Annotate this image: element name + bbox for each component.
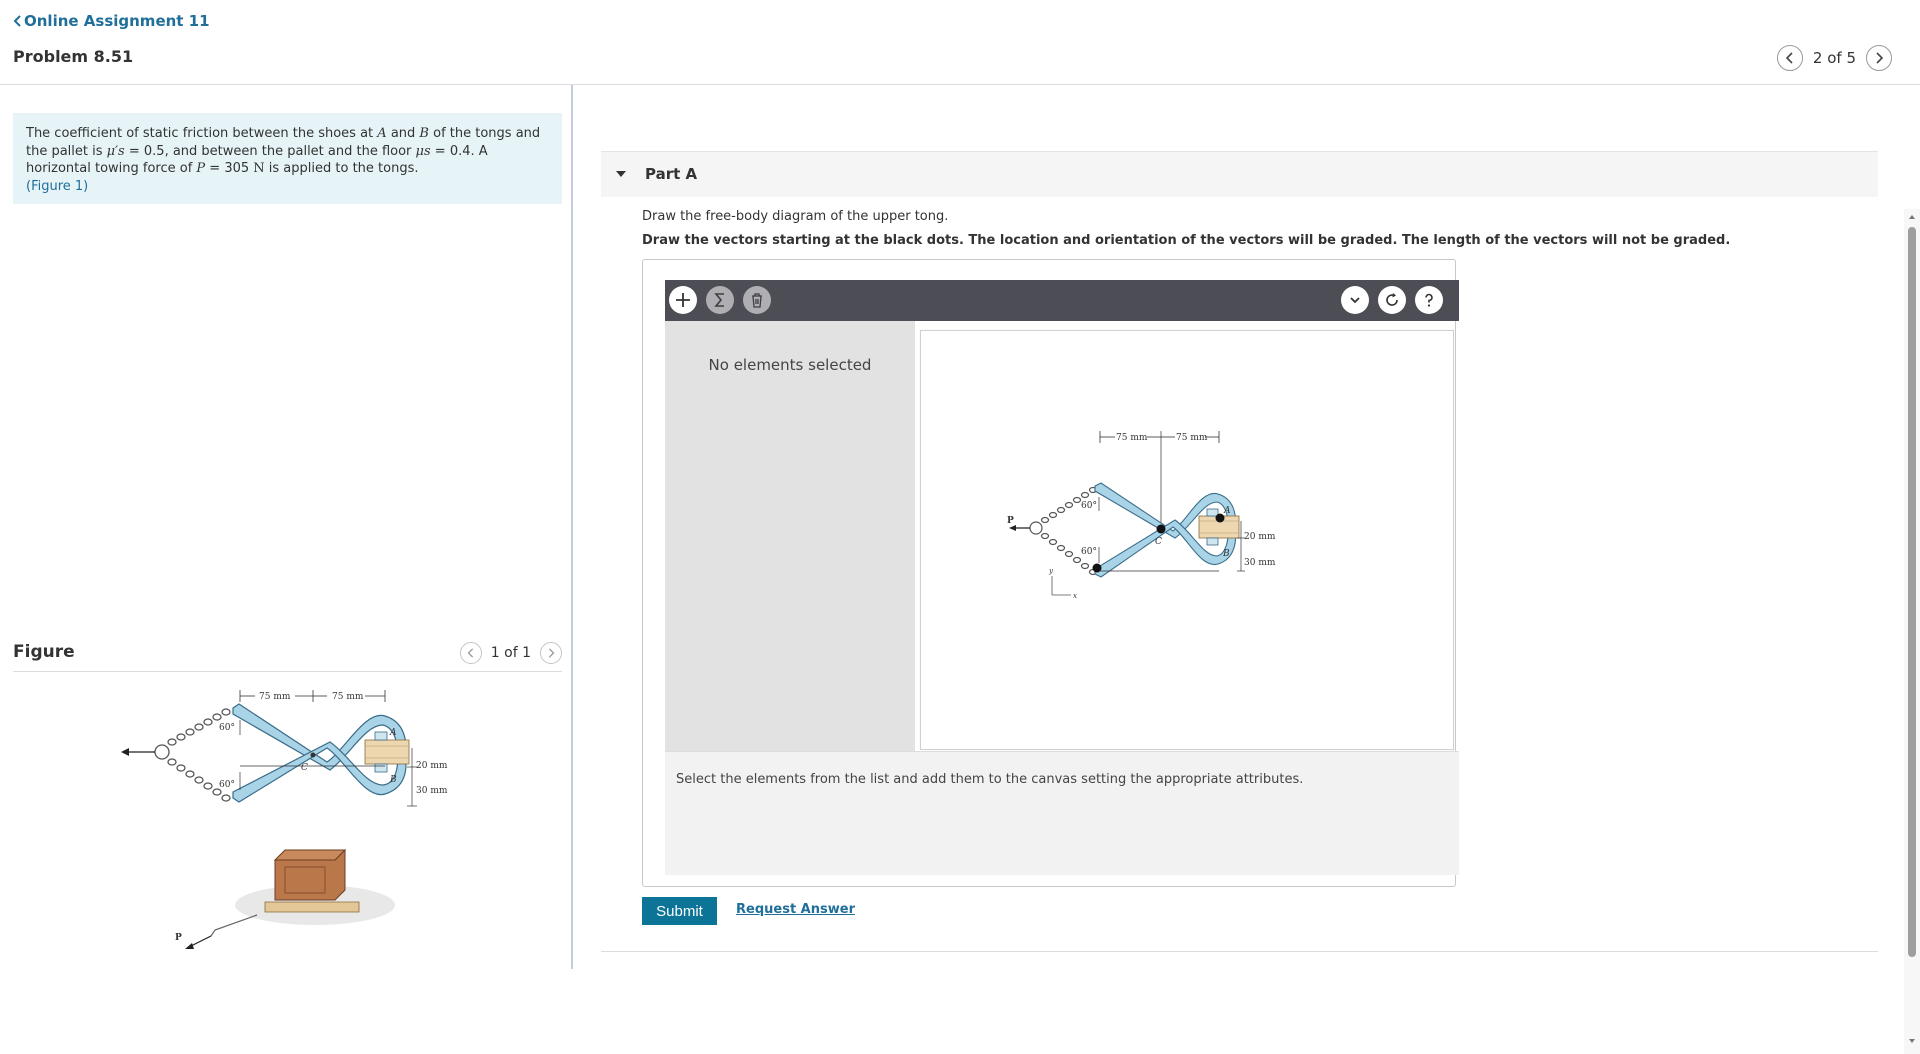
submit-button[interactable]: Submit (642, 897, 717, 925)
scrollbar[interactable] (1904, 209, 1920, 1054)
canvas-angle-top: 60° (1081, 501, 1097, 511)
back-link-label: Online Assignment 11 (24, 12, 210, 30)
canvas-dim-30: 30 mm (1244, 558, 1276, 568)
reset-icon (1386, 293, 1398, 306)
help-button[interactable] (1415, 286, 1443, 314)
left-pane: The coefficient of static friction betwe… (0, 85, 573, 969)
fig-label-C: C (301, 763, 308, 773)
chevron-left-icon (1785, 52, 1793, 64)
unit-N: N (253, 161, 265, 176)
top-bar: Online Assignment 11 Problem 8.51 2 of 5 (0, 0, 1920, 85)
canvas-dim-20: 20 mm (1244, 532, 1276, 542)
problem-text: and (386, 126, 420, 141)
scrollbar-thumb[interactable] (1908, 227, 1916, 957)
problem-text: = 305 (205, 161, 254, 176)
point-C-dot[interactable] (1156, 524, 1166, 534)
canvas-label-B: B (1222, 549, 1230, 559)
fig-dim-75b: 75 mm (332, 692, 364, 702)
request-answer-link[interactable]: Request Answer (736, 902, 855, 917)
back-link[interactable]: Online Assignment 11 (13, 12, 210, 30)
figure-title: Figure (13, 642, 75, 662)
attributes-panel: Select the elements from the list and ad… (665, 751, 1459, 875)
fig-angle-top: 60° (219, 723, 235, 733)
fbd-tool: No elements selected 75 mm 75 mm P A B C… (642, 259, 1459, 887)
part-a-header[interactable]: Part A (601, 151, 1878, 197)
attributes-instruction: Select the elements from the list and ad… (676, 772, 1304, 787)
chevron-right-icon (1876, 52, 1884, 64)
chevron-right-icon (548, 648, 555, 658)
symbol-A: A (377, 126, 387, 141)
symbol-P: P (196, 161, 206, 176)
prev-problem-button[interactable] (1776, 45, 1803, 71)
canvas-angle-bot: 60° (1081, 547, 1097, 557)
delete-button[interactable] (743, 286, 771, 314)
problem-text: The coefficient of static friction betwe… (26, 126, 378, 141)
figure-pager-text: 1 of 1 (490, 645, 531, 661)
symbol-B: B (419, 126, 429, 141)
fig-label-B: B (389, 775, 397, 785)
next-figure-button[interactable] (540, 642, 562, 664)
canvas-axis-y: y (1048, 567, 1054, 575)
divider (601, 951, 1878, 952)
canvas-dim-75a: 75 mm (1116, 433, 1148, 443)
problem-title: Problem 8.51 (13, 47, 134, 66)
fig-label-A: A (389, 728, 397, 738)
figure-header: Figure 1 of 1 (13, 637, 562, 672)
sum-button[interactable] (706, 286, 734, 314)
canvas-label-C: C (1155, 537, 1162, 547)
trash-icon (752, 293, 762, 308)
scroll-up-icon[interactable] (1908, 213, 1916, 221)
add-element-button[interactable] (669, 286, 697, 314)
canvas-diagram: 75 mm 75 mm P A B C 60° 60° 20 mm 30 mm … (1007, 431, 1276, 600)
problem-statement: The coefficient of static friction betwe… (13, 113, 562, 204)
problem-pager: 2 of 5 (1776, 45, 1892, 71)
part-instruction-bold: Draw the vectors starting at the black d… (642, 233, 1731, 248)
fig-dim-75a: 75 mm (259, 692, 291, 702)
element-side-panel: No elements selected (665, 321, 915, 751)
caret-down-icon[interactable] (615, 168, 627, 180)
part-instruction: Draw the free-body diagram of the upper … (642, 209, 949, 224)
symbol-mu-s-prime: μ′s (106, 143, 125, 159)
help-icon (1425, 293, 1433, 307)
right-pane: Part A Draw the free-body diagram of the… (575, 85, 1920, 1054)
symbol-mu-s: μs (415, 143, 431, 159)
chevron-left-icon (13, 15, 21, 27)
canvas-axis-x: x (1073, 592, 1077, 600)
problem-text: is applied to the tongs. (264, 161, 419, 176)
fig-dim-30: 30 mm (416, 786, 448, 796)
canvas-label-A: A (1223, 506, 1231, 516)
next-problem-button[interactable] (1866, 45, 1892, 71)
no-elements-selected-text: No elements selected (708, 356, 872, 374)
canvas-label-P: P (1007, 516, 1014, 526)
plus-icon (676, 293, 690, 307)
scroll-down-icon[interactable] (1908, 1037, 1916, 1045)
fig-dim-20: 20 mm (416, 761, 448, 771)
reset-button[interactable] (1378, 286, 1406, 314)
figure-image: 75 mm 75 mm P C A (121, 690, 448, 949)
fbd-canvas[interactable]: 75 mm 75 mm P A B C 60° 60° 20 mm 30 mm … (920, 330, 1454, 750)
problem-text: = 0.5, and between the pallet and the fl… (124, 143, 416, 159)
chevron-down-icon (1350, 297, 1360, 304)
chevron-left-icon (467, 648, 473, 658)
sigma-icon (714, 293, 724, 307)
problem-pager-text: 2 of 5 (1812, 49, 1856, 67)
fig-lower-label-P: P (175, 933, 182, 943)
figure-link[interactable]: (Figure 1) (26, 179, 88, 194)
figure-pager: 1 of 1 (459, 642, 562, 664)
prev-figure-button[interactable] (459, 642, 482, 664)
fbd-toolbar (665, 280, 1459, 321)
dropdown-button[interactable] (1341, 286, 1369, 314)
fig-angle-bot: 60° (219, 780, 235, 790)
part-a-title: Part A (645, 165, 698, 183)
canvas-dim-75b: 75 mm (1176, 433, 1208, 443)
